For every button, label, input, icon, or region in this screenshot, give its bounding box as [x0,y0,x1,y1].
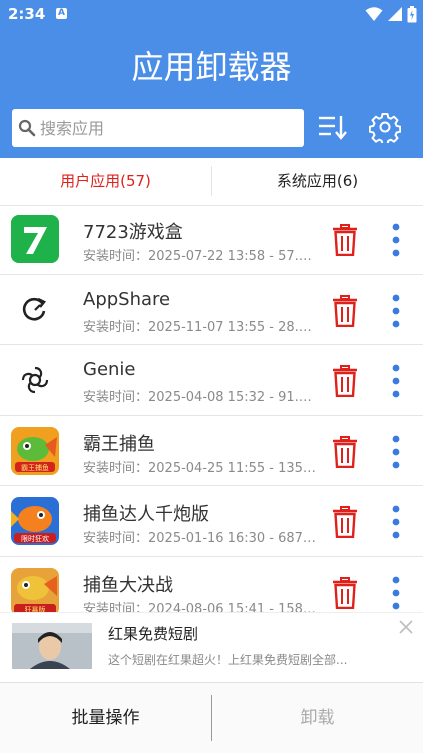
search-box[interactable] [12,109,304,147]
trash-icon [333,224,357,256]
fish-game-icon: 狂暴版 [11,567,59,613]
notification-icon: A [56,8,67,19]
more-vertical-icon [392,435,400,468]
app-name: 捕鱼大决战 [83,574,173,596]
more-button[interactable] [386,573,406,613]
app-name: 霸王捕鱼 [83,433,155,455]
tab-user-apps[interactable]: 用户应用(57) [0,158,211,205]
app-name: 捕鱼达人千炮版 [83,504,209,525]
app-row[interactable]: Genie 安装时间：2025-04-08 15:32 - 91.94... [0,345,423,416]
uninstall-button[interactable] [330,363,360,399]
svg-text:限时狂欢: 限时狂欢 [21,534,49,543]
gear-icon [369,113,401,143]
sort-icon [319,116,347,140]
more-vertical-icon [392,223,400,257]
trash-icon [333,506,357,538]
more-vertical-icon [392,576,400,609]
app-install-info: 安装时间：2025-01-16 16:30 - 687.1... [83,531,318,546]
svg-text:狂暴版: 狂暴版 [25,605,46,613]
trash-icon [333,294,357,327]
app-row[interactable]: AppShare 安装时间：2025-11-07 13:55 - 28.78..… [0,275,423,345]
uninstall-button[interactable] [330,222,360,258]
app-row[interactable]: 7723游戏盒 安装时间：2025-07-22 13:58 - 57.62... [0,204,423,275]
trash-icon [333,576,357,609]
more-vertical-icon [392,294,400,327]
trash-icon [333,435,357,468]
search-input[interactable] [40,118,290,138]
more-button[interactable] [386,220,406,260]
uninstall-selected-button[interactable]: 卸载 [212,683,423,753]
app-row[interactable]: 限时狂欢 捕鱼达人千炮版 安装时间：2025-01-16 16:30 - 687… [0,486,423,557]
close-icon [399,620,413,634]
ad-close-button[interactable] [398,619,414,635]
tab-system-apps[interactable]: 系统应用(6) [212,158,423,205]
status-bar: 2:34 A [0,0,423,28]
status-time: 2:34 [8,5,46,23]
status-icons [365,5,417,23]
uninstall-button[interactable] [330,504,360,540]
bottom-action-bar: 批量操作 卸载 [0,682,423,753]
search-icon [18,119,36,137]
app-header: 应用卸载器 [0,28,423,158]
app-install-info: 安装时间：2025-07-22 13:58 - 57.62... [83,249,318,264]
uninstall-button[interactable] [330,434,360,470]
trash-icon [333,365,357,397]
more-vertical-icon [392,364,400,398]
app-name: 7723游戏盒 [83,222,183,243]
app-name: Genie [83,359,136,380]
app-install-info: 安装时间：2025-11-07 13:55 - 28.78... [83,319,318,335]
more-vertical-icon [392,505,400,539]
wifi-icon [365,7,383,21]
app-row[interactable]: 霸王捕鱼 霸王捕鱼 安装时间：2025-04-25 11:55 - 135.9.… [0,416,423,486]
fish-game-icon: 霸王捕鱼 [11,426,59,475]
sort-button[interactable] [316,110,348,144]
appshare-icon [11,285,59,334]
app-name: AppShare [83,288,171,310]
more-button[interactable] [386,361,406,401]
app-install-info: 安装时间：2025-04-25 11:55 - 135.9... [83,460,318,476]
app-row[interactable]: 狂暴版 捕鱼大决战 安装时间：2024-08-06 15:41 - 158.5.… [0,557,423,613]
ad-banner[interactable]: 红果免费短剧 这个短剧在红果超火！上红果免费短剧全部... [0,612,423,682]
genie-icon [11,356,59,404]
more-button[interactable] [386,502,406,542]
battery-icon [407,5,417,22]
more-button[interactable] [386,291,406,331]
uninstall-button[interactable] [330,293,360,329]
svg-text:霸王捕鱼: 霸王捕鱼 [21,463,49,472]
app-list: 7723游戏盒 安装时间：2025-07-22 13:58 - 57.62...… [0,204,423,612]
ad-description: 这个短剧在红果超火！上红果免费短剧全部... [108,653,348,667]
page-title: 应用卸载器 [131,48,292,86]
app-install-info: 安装时间：2024-08-06 15:41 - 158.5... [83,601,318,613]
ad-thumbnail[interactable] [12,623,92,669]
ad-title: 红果免费短剧 [108,625,199,643]
fish-game-icon: 限时狂欢 [11,497,59,545]
more-button[interactable] [386,432,406,472]
app-install-info: 安装时间：2025-04-08 15:32 - 91.94... [83,390,318,405]
7723-icon [11,215,59,263]
batch-operation-button[interactable]: 批量操作 [0,683,211,753]
settings-button[interactable] [368,110,402,144]
uninstall-button[interactable] [330,575,360,611]
app-tabs: 用户应用(57) 系统应用(6) [0,158,423,206]
signal-icon [388,7,402,21]
